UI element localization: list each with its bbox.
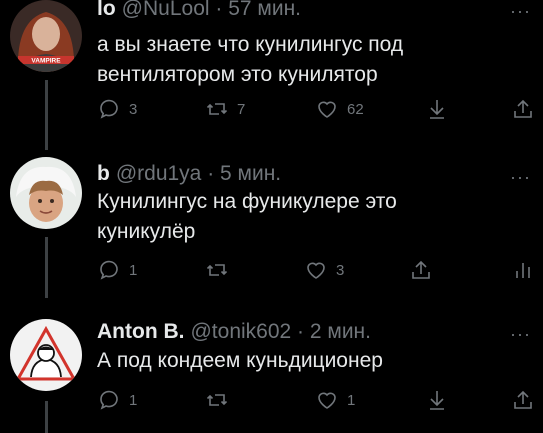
thread-line: [45, 401, 48, 433]
like-icon: [307, 262, 325, 279]
share-icon: [514, 99, 532, 118]
avatar-image: [10, 157, 82, 229]
thread-line: [45, 237, 48, 298]
like-button[interactable]: 1: [315, 388, 355, 412]
analytics-icon: [516, 263, 530, 278]
timestamp[interactable]: · 57 мин.: [215, 0, 301, 20]
retweet-button[interactable]: [205, 258, 237, 282]
reply-icon: [100, 99, 118, 119]
retweet-count: 7: [237, 100, 246, 118]
timestamp[interactable]: · 2 мин.: [297, 320, 371, 343]
avatar[interactable]: [10, 319, 82, 391]
like-count: 3: [336, 261, 345, 279]
reply-count: 3: [129, 100, 138, 118]
reply-icon: [100, 390, 118, 410]
retweet-icon: [206, 394, 228, 406]
like-icon: [318, 392, 336, 409]
timestamp[interactable]: · 5 мин.: [207, 162, 281, 185]
tweet-actions: 3 7 62: [97, 97, 537, 123]
analytics-button[interactable]: [511, 258, 535, 282]
save-button[interactable]: [425, 97, 449, 121]
like-button[interactable]: 62: [315, 97, 364, 121]
share-button[interactable]: [511, 388, 535, 412]
tweet-header: lo @NuLool · 57 мин.: [97, 0, 301, 21]
more-icon[interactable]: ···: [510, 325, 531, 343]
svg-text:VAMPIRE: VAMPIRE: [31, 58, 61, 65]
retweet-button[interactable]: [205, 388, 237, 412]
tweet-header: Anton B. @tonik602 · 2 мин.: [97, 320, 371, 344]
display-name[interactable]: b: [97, 162, 110, 185]
display-name[interactable]: lo: [97, 0, 116, 20]
reply-icon: [100, 260, 118, 280]
avatar-image: VAMPIRE: [10, 0, 82, 72]
tweet-text: А под кондеем куньдиционер: [97, 349, 383, 372]
tweet[interactable]: VAMPIRE lo @NuLool · 57 мин. ··· а вы зна…: [0, 0, 543, 150]
more-icon[interactable]: ···: [510, 168, 531, 186]
more-icon[interactable]: ···: [510, 2, 531, 20]
like-button[interactable]: 3: [304, 258, 344, 282]
retweet-icon: [206, 103, 228, 115]
tweet-text: Кунилингус на фуникулере это куникулёр: [97, 190, 397, 243]
tweet-actions: 1 3: [97, 258, 537, 284]
avatar[interactable]: [10, 157, 82, 229]
like-count: 62: [347, 100, 364, 118]
tweet[interactable]: Anton B. @tonik602 · 2 мин. ··· А под кон…: [0, 298, 543, 433]
handle[interactable]: @rdu1ya: [116, 162, 202, 185]
tweet[interactable]: b @rdu1ya · 5 мин. ··· Кунилингус на фуни…: [0, 150, 543, 298]
avatar[interactable]: VAMPIRE: [10, 0, 82, 72]
display-name[interactable]: Anton B.: [97, 320, 184, 343]
reply-count: 1: [129, 391, 138, 409]
avatar-image: [10, 319, 82, 391]
handle[interactable]: @tonik602: [190, 320, 291, 343]
retweet-button[interactable]: 7: [205, 97, 245, 121]
thread-line: [45, 80, 48, 150]
like-count: 1: [347, 391, 356, 409]
handle[interactable]: @NuLool: [122, 0, 210, 20]
reply-button[interactable]: 3: [97, 97, 137, 121]
reply-button[interactable]: 1: [97, 388, 137, 412]
reply-count: 1: [129, 261, 138, 279]
reply-button[interactable]: 1: [97, 258, 137, 282]
retweet-icon: [206, 264, 228, 276]
tweet-text: а вы знаете что кунилингус под вентилято…: [97, 33, 404, 86]
like-icon: [318, 101, 336, 118]
save-button[interactable]: [425, 388, 449, 412]
share-button[interactable]: [409, 258, 433, 282]
share-icon: [412, 260, 430, 279]
share-icon: [514, 390, 532, 409]
tweet-actions: 1 1: [97, 388, 537, 414]
share-button[interactable]: [511, 97, 535, 121]
tweet-header: b @rdu1ya · 5 мин.: [97, 162, 281, 186]
save-icon: [430, 391, 444, 410]
save-icon: [430, 100, 444, 119]
